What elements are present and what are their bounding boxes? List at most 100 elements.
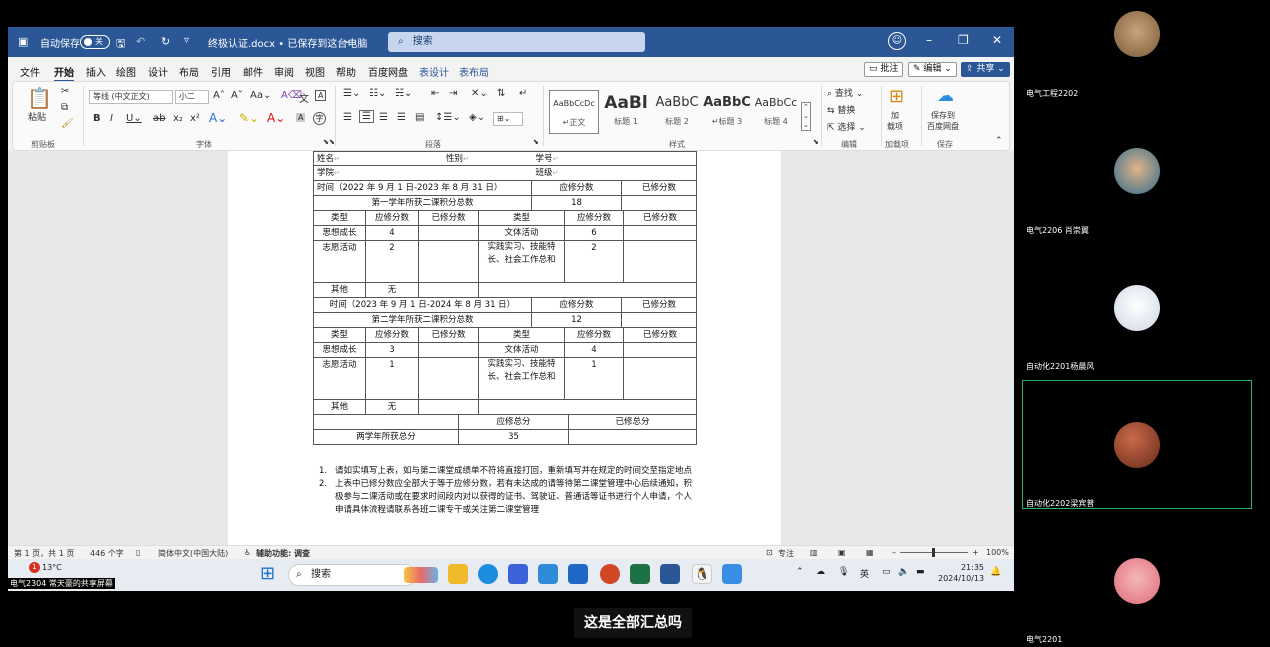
table-cell[interactable]: 思想成长 [314, 343, 366, 357]
table-cell[interactable]: 类型 [479, 328, 565, 342]
participant-tile[interactable]: 电气2201 [1022, 558, 1254, 646]
table-cell[interactable]: 类型 [479, 211, 565, 225]
subscript-icon[interactable]: x₂ [173, 113, 183, 124]
paste-icon[interactable]: 📋 [27, 86, 52, 110]
save-baidu-label[interactable]: 保存到 百度网盘 [927, 110, 959, 132]
document-page[interactable]: 姓名↵ 性别↵ 学号↵ 学院↵ 班级↵ 时间（2022 年 9 月 1 日-20… [228, 151, 781, 545]
table-cell[interactable]: 已修分数 [419, 211, 479, 225]
accessibility-status[interactable]: 辅助功能: 调查 [256, 548, 310, 559]
sort-icon[interactable]: ⇅ [497, 88, 505, 99]
table-cell[interactable] [419, 400, 479, 414]
align-right-icon[interactable]: ☰ [379, 112, 388, 123]
table-cell[interactable]: 18 [532, 196, 622, 210]
table-cell[interactable]: 学号↵ [532, 152, 562, 165]
font-dialog-icon[interactable]: ⬊ [323, 138, 329, 146]
share-button[interactable]: ⇪ 共享 ⌄ [961, 62, 1010, 77]
paragraph-dialog-icon[interactable]: ⬊ [533, 138, 539, 146]
style-scroll-icon[interactable]: ⌃ ⌄ ⌄ [801, 102, 811, 131]
zoom-level[interactable]: 100% [986, 548, 1009, 557]
table-cell[interactable]: 4 [565, 343, 624, 357]
chinese-layout-icon[interactable]: ✕⌄ [471, 88, 488, 99]
tab-mailings[interactable]: 邮件 [243, 64, 263, 79]
table-cell[interactable]: 类型 [314, 211, 366, 225]
addins-label[interactable]: 加 载项 [887, 110, 903, 132]
table-cell[interactable]: 2 [366, 241, 419, 282]
borders-select[interactable]: ⊞⌄ [493, 112, 523, 126]
tab-insert[interactable]: 插入 [86, 64, 106, 79]
style-heading-1[interactable]: AaBl 标题 1 [603, 90, 649, 134]
notification-icon[interactable]: 🔔 [990, 567, 1001, 577]
tray-chevron-icon[interactable]: ⌃ [796, 567, 804, 577]
search-box[interactable]: ⌕ 搜索 [388, 32, 645, 52]
volume-icon[interactable]: 🔈 [898, 567, 909, 577]
clock-date[interactable]: 2024/10/13 [938, 574, 984, 583]
table-cell[interactable]: 35 [459, 430, 569, 444]
line-spacing-icon[interactable]: ↕☰⌄ [435, 112, 461, 123]
table-cell[interactable]: 应修分数 [366, 328, 419, 342]
table-cell[interactable]: 性别↵ [440, 152, 475, 165]
style-heading-4[interactable]: AaBbCc 标题 4 [753, 90, 799, 134]
grow-font-icon[interactable]: A˄ [213, 90, 225, 101]
collapse-ribbon-icon[interactable]: ⌃ [995, 136, 1003, 146]
app-icon[interactable] [508, 564, 528, 584]
zoom-thumb[interactable] [932, 548, 935, 557]
highlight-icon[interactable]: ✎⌄ [239, 111, 259, 125]
increase-indent-icon[interactable]: ⇥ [449, 88, 457, 99]
justify-icon[interactable]: ☰ [397, 112, 406, 123]
tab-table-design[interactable]: 表设计 [419, 64, 449, 79]
find-button[interactable]: ⌕ 查找 ⌄ [827, 86, 863, 99]
comment-button[interactable]: ▭ 批注 [864, 62, 904, 77]
table-cell[interactable]: 已修总分 [569, 415, 696, 429]
decrease-indent-icon[interactable]: ⇤ [431, 88, 439, 99]
autosave-toggle[interactable]: 关 [80, 35, 110, 49]
table-cell[interactable]: 已修分数 [419, 328, 479, 342]
table-cell[interactable]: 1 [366, 358, 419, 399]
table-cell[interactable] [419, 283, 479, 297]
table-cell[interactable] [419, 343, 479, 357]
windows-start-icon[interactable]: ⊞ [260, 564, 280, 584]
align-left-icon[interactable]: ☰ [343, 112, 352, 123]
table-cell[interactable]: 无 [366, 283, 419, 297]
table-cell[interactable]: 应修分数 [532, 181, 622, 195]
font-size-select[interactable]: 小二 [175, 90, 209, 104]
undo-icon[interactable]: ↶ [136, 35, 145, 48]
word-icon[interactable] [660, 564, 680, 584]
table-cell[interactable]: 文体活动 [479, 226, 565, 240]
underline-icon[interactable]: U⌄ [126, 113, 142, 124]
participant-tile[interactable]: 自动化2201杨晨风 [1022, 284, 1254, 374]
tab-references[interactable]: 引用 [211, 64, 231, 79]
text-effects-icon[interactable]: A⌄ [209, 111, 227, 125]
table-cell[interactable]: 两学年所获总分 [314, 430, 459, 444]
style-heading-2[interactable]: AaBbC 标题 2 [653, 90, 701, 134]
table-cell[interactable]: 实践实习、技能特长、社会工作总和 [479, 358, 565, 399]
app-icon[interactable] [722, 564, 742, 584]
edge-browser-icon[interactable] [478, 564, 498, 584]
table-cell[interactable]: 12 [532, 313, 622, 327]
paste-label[interactable]: 粘贴 [28, 110, 46, 123]
table-cell[interactable]: 4 [366, 226, 419, 240]
network-icon[interactable]: ▭ [882, 567, 891, 577]
enclose-char-icon[interactable]: 字 [313, 112, 326, 125]
tab-layout[interactable]: 布局 [179, 64, 199, 79]
phonetic-icon[interactable]: 文 [299, 90, 309, 105]
replace-button[interactable]: ⇆ 替换 [827, 103, 855, 116]
addins-icon[interactable]: ⊞ [889, 86, 904, 107]
tab-baidu[interactable]: 百度网盘 [368, 64, 408, 79]
cut-icon[interactable]: ✂ [61, 86, 69, 97]
zoom-in-icon[interactable]: + [972, 548, 979, 557]
table-cell[interactable]: 无 [366, 400, 419, 414]
table-cell[interactable]: 其他 [314, 283, 366, 297]
note-item[interactable]: 1. 请如实填写上表，如与第二课堂成绩单不符将直接打回，重新填写并在规定的时间交至… [313, 465, 697, 478]
show-marks-icon[interactable]: ↵ [519, 88, 527, 99]
shading-icon[interactable]: ◈⌄ [469, 112, 485, 123]
multilevel-list-icon[interactable]: ☵⌄ [395, 88, 412, 99]
read-mode-icon[interactable]: ▥ [810, 548, 818, 557]
table-cell[interactable] [419, 358, 479, 399]
edit-mode-button[interactable]: ✎ 编辑 ⌄ [908, 62, 957, 77]
char-shading-icon[interactable]: A [296, 113, 306, 122]
restore-icon[interactable]: ❐ [958, 33, 969, 47]
minimize-icon[interactable]: – [926, 33, 932, 47]
cloud-icon[interactable]: ☁ [816, 567, 825, 577]
close-icon[interactable]: ✕ [992, 33, 1002, 47]
strikethrough-icon[interactable]: ab [153, 113, 165, 124]
